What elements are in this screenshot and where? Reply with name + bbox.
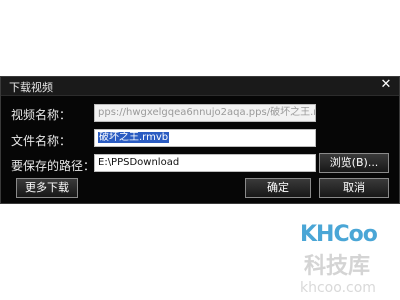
video-name-field: pps://hwgxelgqea6nnujo2aqa.pps/破坏之王.rmvb — [94, 104, 316, 122]
ok-button[interactable]: 确定 — [245, 178, 311, 198]
save-path-label: 要保存的路径： — [11, 159, 96, 173]
dialog-title: 下载视频 — [9, 81, 53, 94]
file-name-value: 破坏之王.rmvb — [98, 132, 170, 143]
close-icon[interactable]: ✕ — [379, 78, 393, 92]
watermark-url: khcoo.com — [300, 280, 376, 296]
watermark-logo: KHCoo — [300, 222, 378, 247]
video-name-label: 视频名称： — [11, 108, 72, 122]
file-name-label: 文件名称： — [11, 134, 72, 148]
save-path-field[interactable]: E:\PPSDownload — [94, 154, 316, 172]
more-downloads-button[interactable]: 更多下载 — [16, 178, 78, 198]
download-video-dialog: 下载视频 ✕ 视频名称： pps://hwgxelgqea6nnujo2aqa.… — [0, 76, 400, 204]
watermark: KHCoo 科技库 khcoo.com — [300, 222, 395, 300]
title-bar: 下载视频 ✕ — [1, 77, 399, 96]
browse-button[interactable]: 浏览(B)... — [319, 153, 389, 173]
cancel-button[interactable]: 取消 — [319, 178, 389, 198]
file-name-field[interactable]: 破坏之王.rmvb — [94, 129, 316, 147]
watermark-cn-text: 科技库 — [304, 254, 371, 279]
